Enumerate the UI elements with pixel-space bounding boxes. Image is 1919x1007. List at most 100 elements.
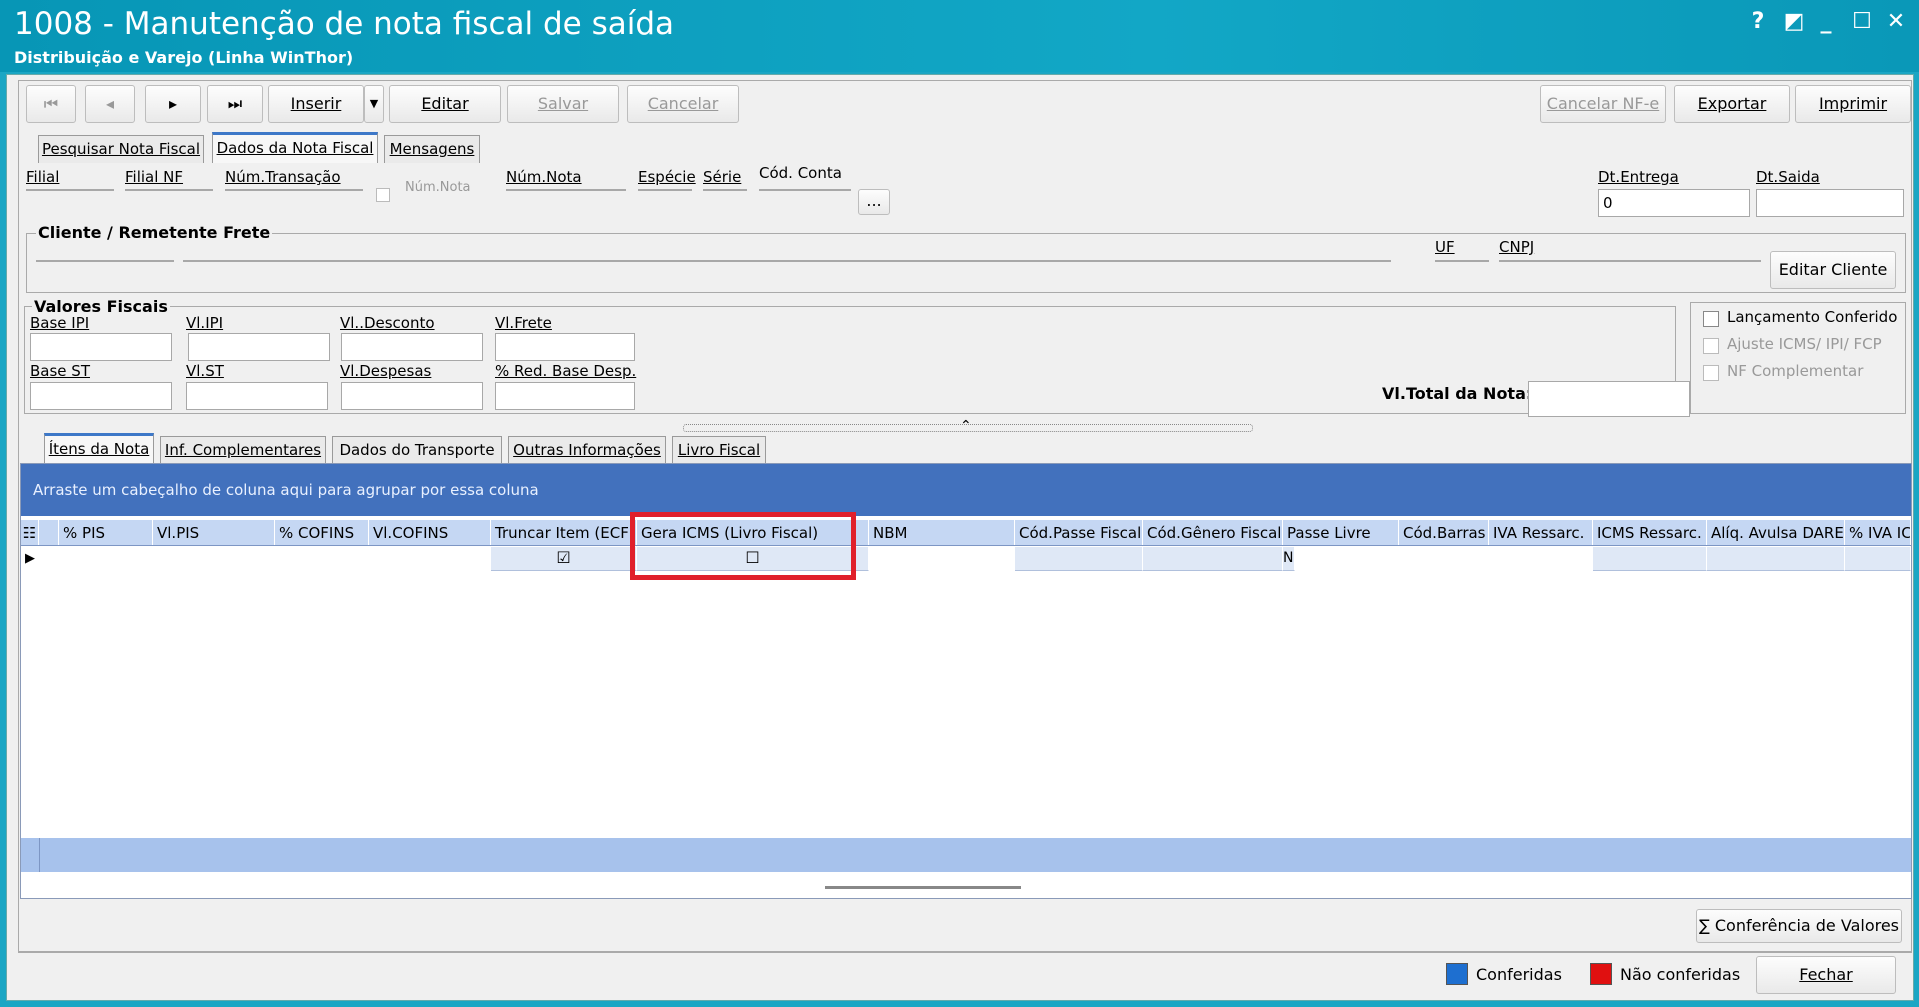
vl-frete-field[interactable] (495, 333, 635, 361)
col-cod-barras[interactable]: Cód.Barras (1399, 520, 1489, 545)
first-record-icon[interactable]: ⏮ (26, 85, 76, 123)
restore-icon[interactable]: ◩ (1778, 8, 1810, 36)
col-cod-passe-fiscal[interactable]: Cód.Passe Fiscal (1015, 520, 1143, 545)
cell-aliq-avulsa[interactable] (1707, 547, 1845, 571)
cell-icms-ressarc[interactable] (1593, 547, 1707, 571)
horizontal-scrollbar[interactable] (825, 886, 1021, 889)
col-vl-pis[interactable]: Vl.PIS (153, 520, 275, 545)
items-grid[interactable]: Arraste um cabeçalho de coluna aqui para… (20, 463, 1912, 899)
cliente-name-field[interactable] (183, 260, 1391, 262)
lancamento-conferido-checkbox[interactable] (1703, 311, 1719, 327)
cod-conta-lookup-button[interactable]: ... (858, 189, 890, 215)
cell-truncar-checkbox[interactable]: ☑ (491, 547, 637, 571)
group-by-panel[interactable]: Arraste um cabeçalho de coluna aqui para… (21, 464, 1911, 516)
vl-total-label: Vl.Total da Nota: (1382, 384, 1533, 403)
help-icon[interactable]: ? (1742, 8, 1774, 36)
num-nota-checkbox[interactable] (376, 188, 390, 202)
especie-field[interactable] (638, 189, 692, 191)
cod-conta-label: Cód. Conta (759, 164, 842, 182)
col-pct-pis[interactable]: % PIS (59, 520, 153, 545)
cod-conta-field[interactable] (759, 189, 851, 191)
col-passe-livre[interactable]: Passe Livre (1283, 520, 1399, 545)
table-row[interactable]: ▶ ☑ ☐ N (21, 547, 1911, 571)
vl-despesas-field[interactable] (341, 382, 483, 410)
export-button[interactable]: Exportar (1674, 85, 1790, 123)
column-chooser-icon[interactable]: ☷ (21, 520, 39, 545)
vl-desconto-label: Vl..Desconto (340, 314, 435, 332)
uf-field[interactable] (1435, 260, 1489, 262)
vl-ipi-label: Vl.IPI (186, 314, 224, 332)
edit-cliente-button[interactable]: Editar Cliente (1770, 251, 1896, 289)
col-aliq-avulsa-dare[interactable]: Alíq. Avulsa DARE (1707, 520, 1845, 545)
next-record-icon[interactable]: ▸ (145, 85, 201, 123)
cliente-code-field[interactable] (36, 260, 174, 262)
vl-frete-label: Vl.Frete (495, 314, 552, 332)
base-st-field[interactable] (30, 382, 172, 410)
maximize-icon[interactable]: ☐ (1846, 8, 1878, 36)
col-truncar-item[interactable]: Truncar Item (ECF) (491, 520, 637, 545)
cancel-button[interactable]: Cancelar (627, 85, 739, 123)
tab-livro-fiscal[interactable]: Livro Fiscal (672, 436, 766, 464)
num-nota-field[interactable] (506, 189, 626, 191)
dt-entrega-field[interactable]: 0 (1598, 189, 1750, 217)
especie-label: Espécie (638, 168, 696, 186)
conferencia-valores-button[interactable]: ∑ Conferência de Valores (1696, 909, 1902, 943)
col-cod-genero-fiscal[interactable]: Cód.Gênero Fiscal (1143, 520, 1283, 545)
conferidas-label: Conferidas (1476, 965, 1562, 984)
col-icms-ressarc[interactable]: ICMS Ressarc. (1593, 520, 1707, 545)
tab-mensagens[interactable]: Mensagens (384, 135, 480, 163)
close-icon[interactable]: ✕ (1880, 8, 1912, 36)
collapse-up-icon[interactable]: ⌃ (960, 418, 972, 434)
vl-ipi-field[interactable] (188, 333, 330, 361)
num-transacao-field[interactable] (225, 189, 363, 191)
row-indicator-icon: ▶ (25, 551, 35, 566)
tab-itens-nota[interactable]: Ítens da Nota (44, 433, 154, 464)
lancamento-conferido-label: Lançamento Conferido (1727, 308, 1898, 326)
col-nbm[interactable]: NBM (869, 520, 1015, 545)
cell-cod-passe-fiscal[interactable] (1015, 547, 1143, 571)
tab-inf-complementares[interactable]: Inf. Complementares (160, 436, 326, 464)
window-title: 1008 - Manutenção de nota fiscal de saíd… (14, 6, 675, 42)
last-record-icon[interactable]: ⏭ (207, 85, 263, 123)
cnpj-field[interactable] (1499, 260, 1761, 262)
serie-label: Série (703, 168, 742, 186)
num-transacao-label: Núm.Transação (225, 168, 341, 186)
filial-nf-field[interactable] (125, 189, 213, 191)
nf-complementar-checkbox[interactable] (1703, 365, 1719, 381)
ajuste-icms-label: Ajuste ICMS/ IPI/ FCP (1727, 335, 1882, 353)
minimize-icon[interactable]: _ (1810, 8, 1842, 36)
col-pct-iva-icms[interactable]: % IVA ICMS (1845, 520, 1911, 545)
tab-pesquisar-nota-fiscal[interactable]: Pesquisar Nota Fiscal (38, 135, 204, 163)
cell-cod-genero-fiscal[interactable] (1143, 547, 1283, 571)
dt-entrega-label: Dt.Entrega (1598, 168, 1679, 186)
fechar-button[interactable]: Fechar (1756, 956, 1896, 994)
nao-conferidas-swatch (1590, 963, 1612, 985)
red-base-field[interactable] (495, 382, 635, 410)
base-ipi-field[interactable] (30, 333, 172, 361)
cell-pct-iva[interactable] (1845, 547, 1911, 571)
tab-dados-nota-fiscal[interactable]: Dados da Nota Fiscal (212, 132, 378, 163)
serie-field[interactable] (703, 189, 747, 191)
prev-record-icon[interactable]: ◂ (85, 85, 135, 123)
uf-label: UF (1435, 238, 1455, 256)
insert-dropdown-icon[interactable]: ▼ (364, 85, 384, 123)
vl-desconto-field[interactable] (341, 333, 483, 361)
dt-saida-field[interactable] (1756, 189, 1904, 217)
filial-field[interactable] (26, 189, 114, 191)
ajuste-icms-checkbox[interactable] (1703, 338, 1719, 354)
save-button[interactable]: Salvar (507, 85, 619, 123)
insert-button[interactable]: Inserir (268, 85, 364, 123)
print-button[interactable]: Imprimir (1795, 85, 1911, 123)
vl-despesas-label: Vl.Despesas (340, 362, 432, 380)
vl-st-field[interactable] (186, 382, 328, 410)
tab-dados-transporte[interactable]: Dados do Transporte (332, 436, 502, 464)
col-vl-cofins[interactable]: Vl.COFINS (369, 520, 491, 545)
edit-button[interactable]: Editar (389, 85, 501, 123)
tab-outras-informacoes[interactable]: Outras Informações (508, 436, 666, 464)
vl-total-field[interactable] (1528, 381, 1690, 417)
col-pct-cofins[interactable]: % COFINS (275, 520, 369, 545)
cancel-nfe-button[interactable]: Cancelar NF-e (1540, 85, 1666, 123)
col-iva-ressarc[interactable]: IVA Ressarc. (1489, 520, 1593, 545)
cell-passe-livre[interactable]: N (1283, 547, 1295, 571)
grid-footer (21, 838, 1911, 872)
